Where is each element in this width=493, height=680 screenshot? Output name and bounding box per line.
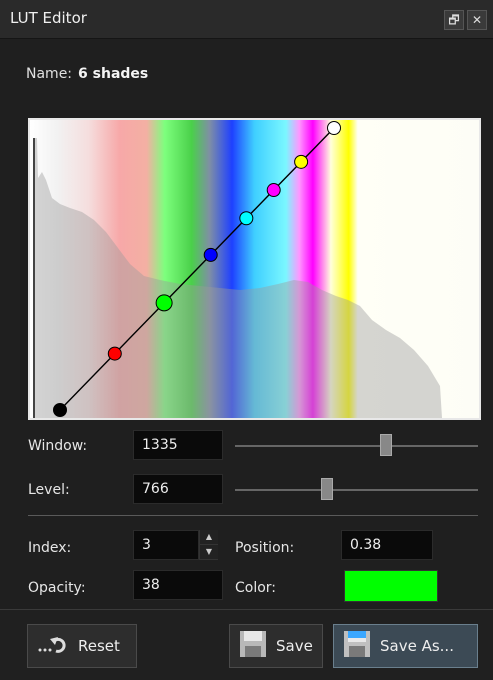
window-slider-track[interactable]: [235, 445, 478, 447]
window-field[interactable]: 1335: [133, 430, 223, 460]
lut-control-point[interactable]: [239, 211, 254, 226]
window-slider-handle[interactable]: [379, 434, 392, 456]
position-label: Position:: [235, 540, 295, 556]
title-bar: LUT Editor 🗗 ✕: [0, 0, 493, 39]
lut-editor-panel: LUT Editor 🗗 ✕ Name: 6 shades Window: 13…: [0, 0, 493, 680]
window-title: LUT Editor: [10, 9, 87, 27]
lut-control-point[interactable]: [107, 346, 122, 361]
color-swatch[interactable]: [344, 570, 438, 602]
window-label: Window:: [28, 438, 88, 454]
lut-control-point[interactable]: [53, 403, 67, 417]
lut-preview[interactable]: [28, 118, 481, 420]
opacity-label: Opacity:: [28, 580, 86, 596]
save-as-button[interactable]: Save As...: [333, 624, 478, 668]
lut-control-point[interactable]: [327, 121, 341, 135]
lut-control-point[interactable]: [266, 183, 281, 198]
lut-control-point[interactable]: [203, 247, 218, 262]
lut-graph[interactable]: [30, 120, 479, 418]
save-label: Save: [276, 637, 313, 655]
floppy-disk-icon: [238, 629, 268, 663]
level-slider-track[interactable]: [235, 489, 478, 491]
undo-icon: [36, 633, 70, 659]
name-value: 6 shades: [78, 66, 149, 82]
color-label: Color:: [235, 580, 277, 596]
float-window-icon[interactable]: 🗗: [444, 10, 464, 30]
index-field[interactable]: 3: [133, 530, 199, 560]
position-field[interactable]: 0.38: [341, 530, 433, 560]
name-label: Name:: [26, 66, 73, 82]
name-row: Name: 6 shades: [26, 66, 148, 82]
save-button[interactable]: Save: [229, 624, 323, 668]
index-label: Index:: [28, 540, 72, 556]
spin-up-icon[interactable]: ▲: [200, 530, 218, 545]
level-label: Level:: [28, 482, 70, 498]
spin-down-icon[interactable]: ▼: [200, 545, 218, 560]
level-slider-handle[interactable]: [321, 478, 334, 500]
reset-button[interactable]: Reset: [27, 624, 137, 668]
lut-control-point[interactable]: [294, 154, 309, 169]
close-icon[interactable]: ✕: [467, 10, 487, 30]
floppy-disk-icon: [342, 629, 372, 663]
reset-label: Reset: [78, 637, 120, 655]
save-as-label: Save As...: [380, 637, 454, 655]
divider: [28, 515, 478, 516]
lut-control-point[interactable]: [155, 294, 173, 312]
index-spinner[interactable]: ▲ ▼: [199, 530, 218, 560]
level-field[interactable]: 766: [133, 474, 223, 504]
opacity-field[interactable]: 38: [133, 570, 223, 600]
